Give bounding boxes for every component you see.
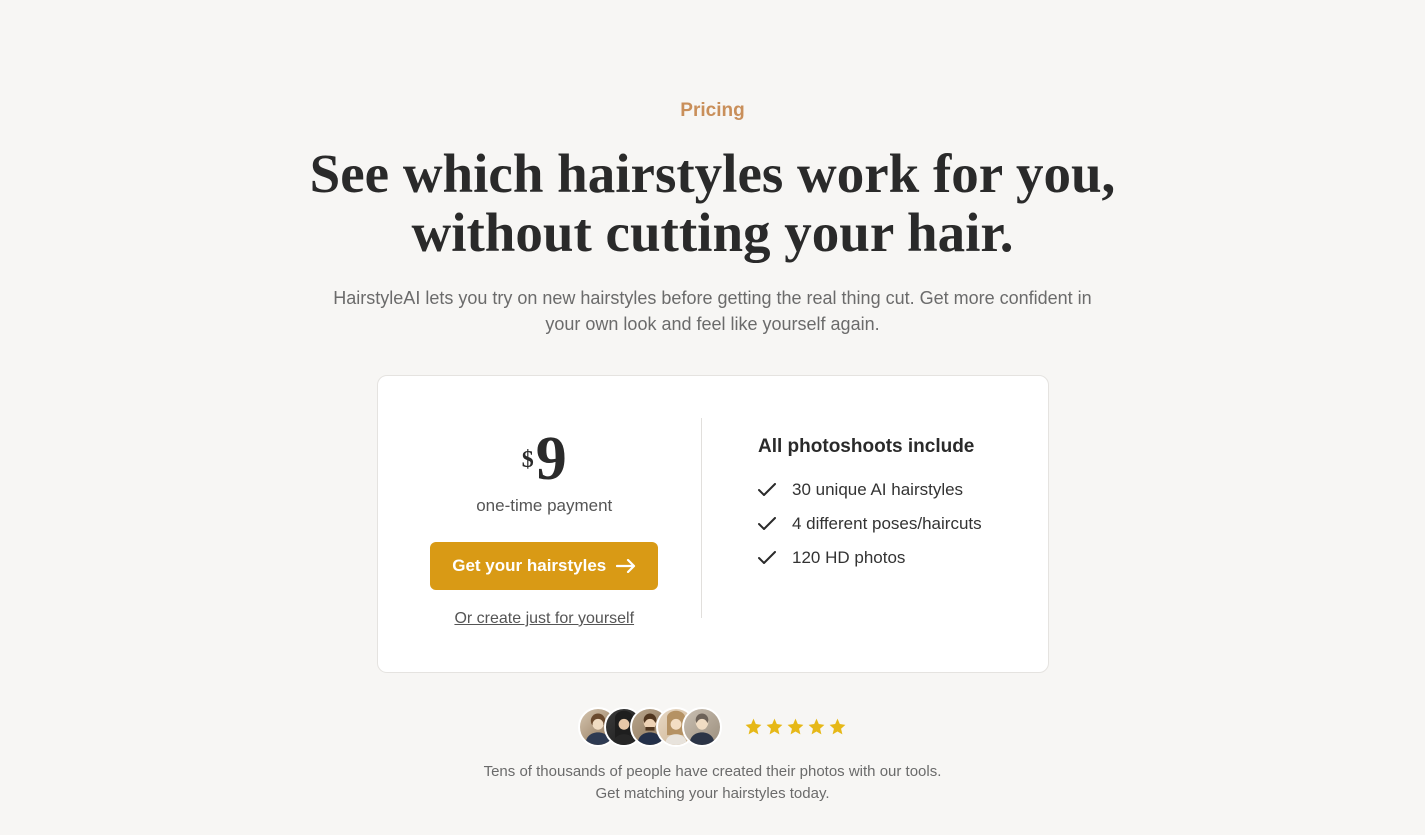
pricing-card: $ 9 one-time payment Get your hairstyles…	[377, 375, 1049, 673]
star-icon	[828, 717, 847, 736]
star-icon	[786, 717, 805, 736]
feature-item: 30 unique AI hairstyles	[758, 480, 1004, 500]
feature-list: 30 unique AI hairstyles 4 different pose…	[758, 480, 1004, 568]
includes-title: All photoshoots include	[758, 436, 1004, 458]
social-row	[578, 707, 847, 747]
check-icon	[758, 483, 776, 497]
feature-item: 4 different poses/haircuts	[758, 514, 1004, 534]
price-amount: 9	[536, 428, 567, 490]
price-currency: $	[522, 447, 534, 474]
avatar	[682, 707, 722, 747]
price: $ 9	[522, 428, 567, 490]
arrow-right-icon	[616, 559, 636, 573]
avatar-stack	[578, 707, 722, 747]
check-icon	[758, 517, 776, 531]
pricing-eyebrow: Pricing	[680, 100, 744, 122]
pricing-card-right: All photoshoots include 30 unique AI hai…	[702, 428, 1004, 628]
feature-text: 120 HD photos	[792, 548, 905, 568]
cta-label: Get your hairstyles	[452, 556, 606, 576]
price-note: one-time payment	[476, 496, 612, 516]
star-icon	[765, 717, 784, 736]
social-proof: Tens of thousands of people have created…	[478, 707, 948, 805]
page-headline: See which hairstyles work for you, witho…	[303, 144, 1123, 263]
check-icon	[758, 551, 776, 565]
feature-text: 4 different poses/haircuts	[792, 514, 982, 534]
pricing-card-left: $ 9 one-time payment Get your hairstyles…	[422, 428, 702, 628]
star-icon	[744, 717, 763, 736]
page-subhead: HairstyleAI lets you try on new hairstyl…	[333, 285, 1093, 337]
feature-text: 30 unique AI hairstyles	[792, 480, 963, 500]
feature-item: 120 HD photos	[758, 548, 1004, 568]
create-for-yourself-link[interactable]: Or create just for yourself	[454, 610, 634, 628]
get-hairstyles-button[interactable]: Get your hairstyles	[430, 542, 658, 590]
social-text: Tens of thousands of people have created…	[478, 761, 948, 805]
star-icon	[807, 717, 826, 736]
star-rating	[744, 717, 847, 736]
